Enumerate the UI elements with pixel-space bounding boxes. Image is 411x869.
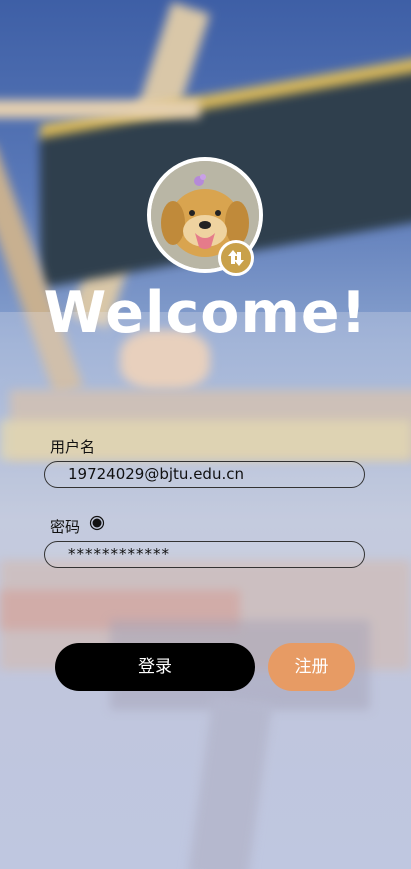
- login-button[interactable]: 登录: [55, 643, 255, 691]
- register-button[interactable]: 注册: [268, 643, 355, 691]
- password-label: 密码: [50, 518, 81, 536]
- login-screen: Welcome! 用户名 19724029@bjtu.edu.cn 密码 ***…: [0, 0, 411, 869]
- username-field[interactable]: 19724029@bjtu.edu.cn: [44, 461, 365, 488]
- swap-arrows-icon[interactable]: [218, 240, 254, 276]
- page-title: Welcome!: [43, 280, 368, 346]
- password-field[interactable]: ************: [44, 541, 365, 568]
- background-overlay: [0, 312, 411, 869]
- background-beam: [0, 100, 200, 118]
- username-label: 用户名: [50, 438, 96, 456]
- avatar[interactable]: [147, 157, 263, 276]
- eye-toggle-icon[interactable]: [89, 515, 105, 531]
